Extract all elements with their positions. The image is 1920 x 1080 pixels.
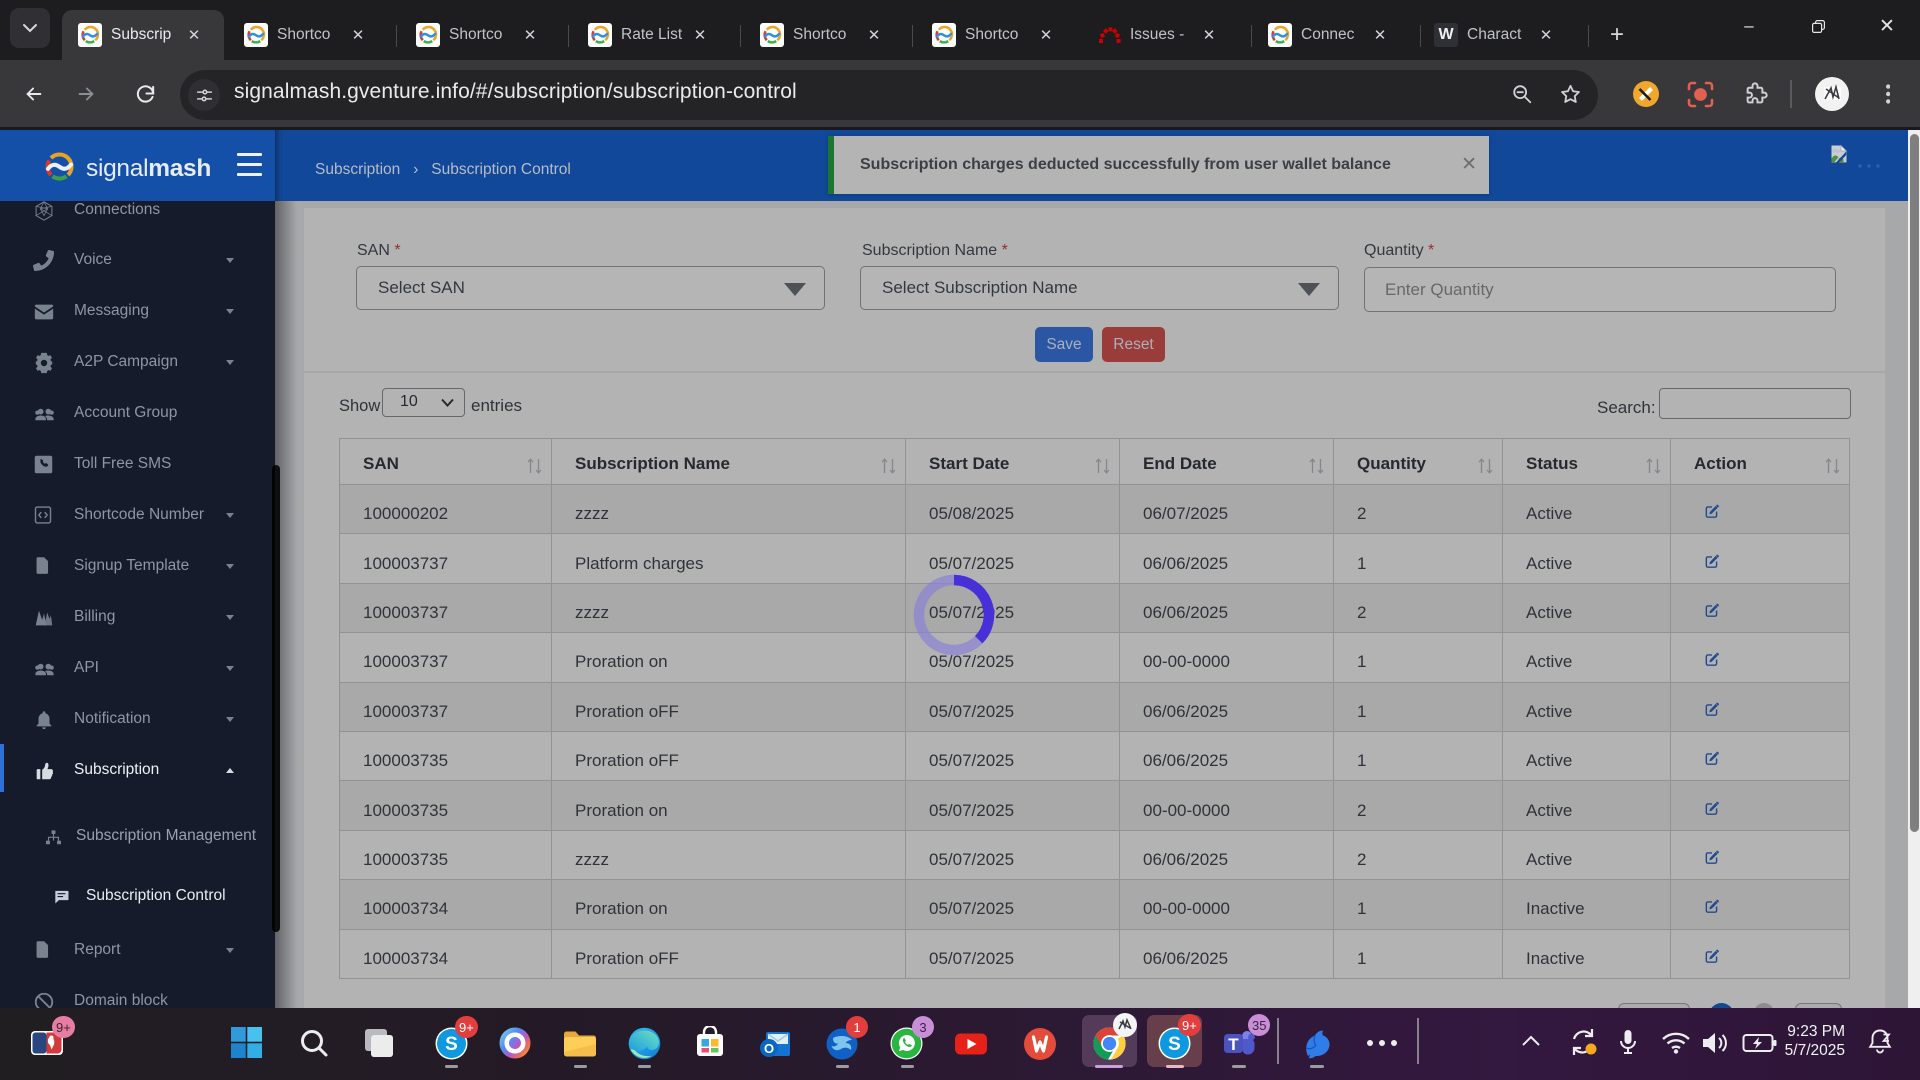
svg-text:T: T <box>1228 1035 1239 1054</box>
svg-text:S: S <box>445 1034 458 1055</box>
svg-text:S: S <box>1168 1034 1181 1055</box>
svg-text:O: O <box>764 1041 774 1056</box>
